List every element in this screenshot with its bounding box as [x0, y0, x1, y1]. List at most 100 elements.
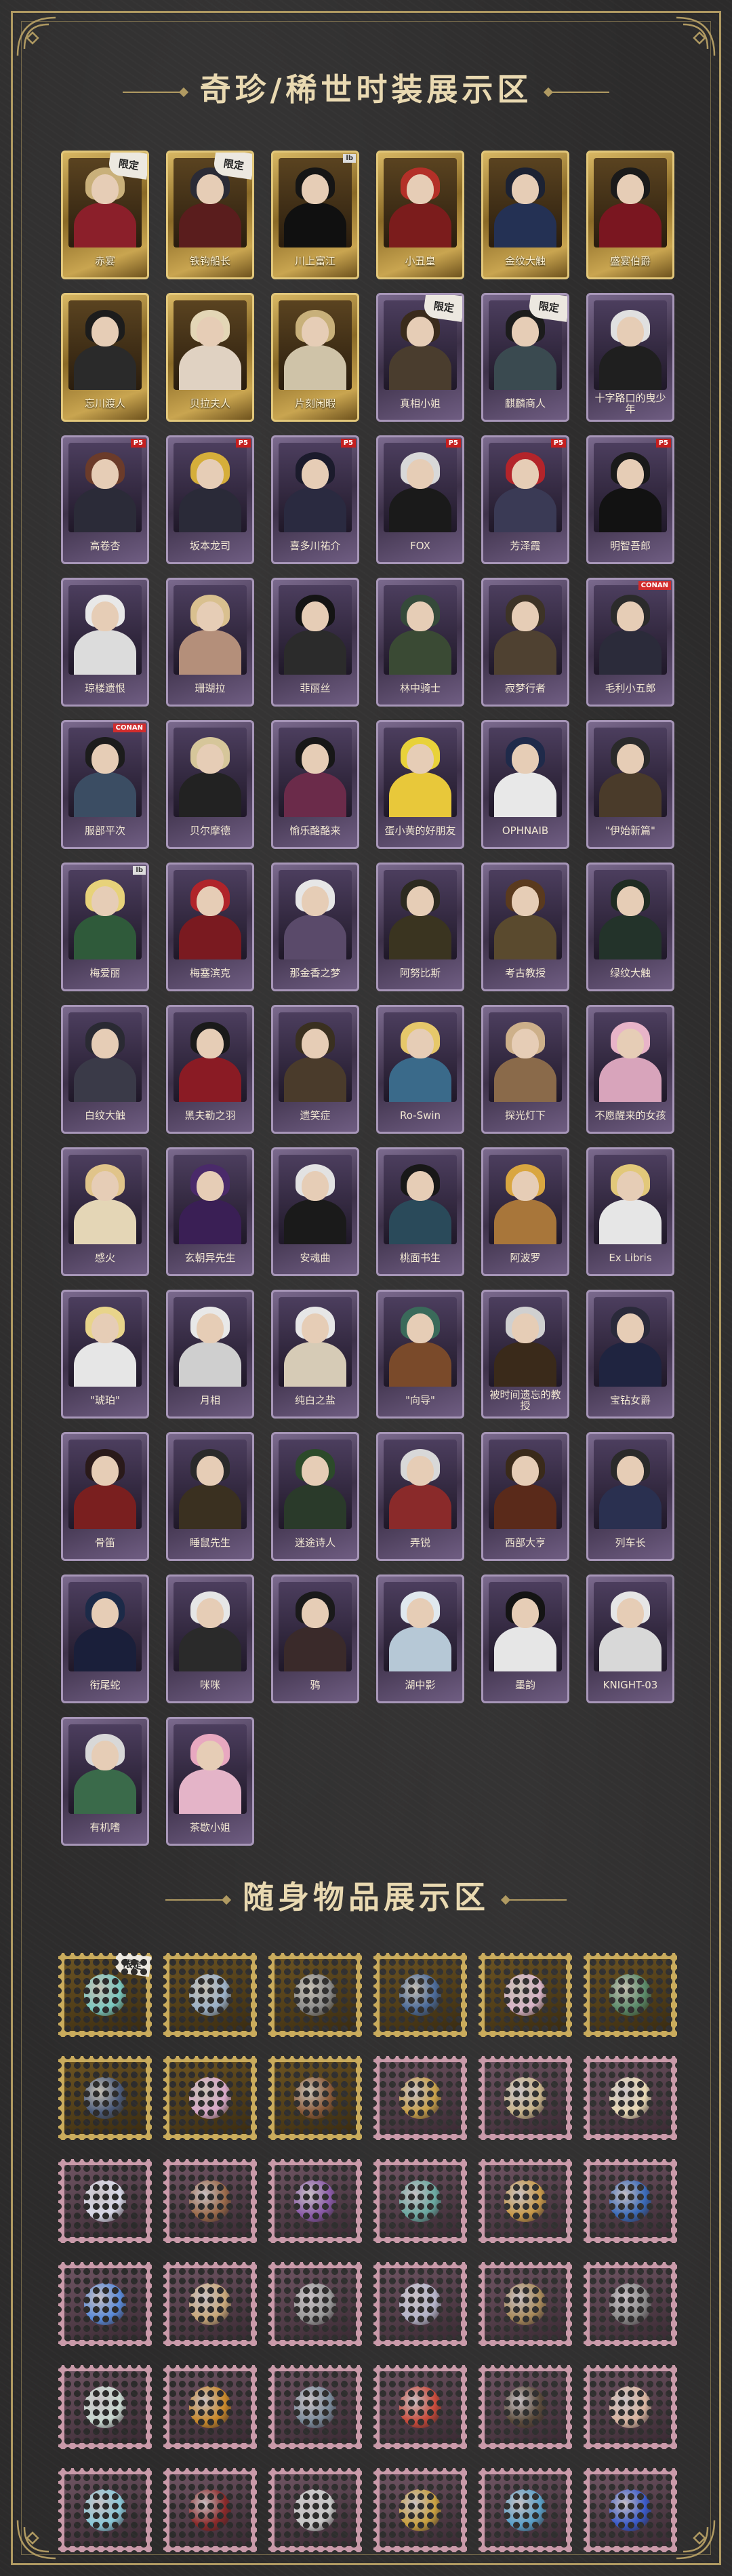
costume-card[interactable]: 蛋小黄的好朋友 [376, 720, 464, 849]
item-stamp[interactable] [479, 2468, 572, 2552]
item-stamp[interactable] [163, 2262, 257, 2346]
costume-card[interactable]: KNIGHT-03 [586, 1574, 674, 1703]
item-stamp[interactable] [479, 1953, 572, 2037]
costume-card[interactable]: 咪咪 [166, 1574, 254, 1703]
costume-card[interactable]: 安魂曲 [271, 1147, 359, 1276]
item-stamp[interactable] [58, 2262, 152, 2346]
costume-card[interactable]: 迷途诗人 [271, 1432, 359, 1561]
costume-card[interactable]: 高卷杏 P5 [61, 435, 149, 564]
costume-card[interactable]: 林中骑士 [376, 578, 464, 707]
item-stamp[interactable] [479, 2365, 572, 2449]
item-stamp[interactable] [373, 2159, 467, 2243]
costume-card[interactable]: 睡鼠先生 [166, 1432, 254, 1561]
item-stamp[interactable] [268, 2365, 362, 2449]
costume-card[interactable]: 服部平次 CONAN [61, 720, 149, 849]
costume-card[interactable]: 感火 [61, 1147, 149, 1276]
item-stamp[interactable] [268, 2468, 362, 2552]
costume-card[interactable]: 麒麟商人 限定 [481, 293, 569, 422]
costume-card[interactable]: 片刻闲暇 [271, 293, 359, 422]
item-stamp[interactable] [58, 2056, 152, 2140]
costume-card[interactable]: 月相 [166, 1290, 254, 1419]
item-stamp[interactable] [268, 2056, 362, 2140]
costume-card[interactable]: 白纹大触 [61, 1005, 149, 1134]
item-stamp[interactable] [163, 2159, 257, 2243]
item-stamp[interactable] [584, 2159, 677, 2243]
costume-card[interactable]: 铁钩船长 限定 [166, 151, 254, 279]
item-stamp[interactable] [373, 1953, 467, 2037]
item-stamp[interactable] [268, 2262, 362, 2346]
item-stamp[interactable]: 限定 [58, 1951, 152, 2037]
costume-card[interactable]: 贝尔摩德 [166, 720, 254, 849]
costume-card[interactable]: 鸦 [271, 1574, 359, 1703]
item-stamp[interactable] [373, 2056, 467, 2140]
costume-card[interactable]: 茶歇小姐 [166, 1717, 254, 1846]
costume-card[interactable]: 纯白之盐 [271, 1290, 359, 1419]
costume-card[interactable]: 阿努比斯 [376, 863, 464, 991]
costume-card[interactable]: 墨韵 [481, 1574, 569, 1703]
costume-card[interactable]: 考古教授 [481, 863, 569, 991]
costume-card[interactable]: FOX P5 [376, 435, 464, 564]
item-stamp[interactable] [163, 2056, 257, 2140]
costume-card[interactable]: "琥珀" [61, 1290, 149, 1419]
item-stamp[interactable] [373, 2365, 467, 2449]
costume-card[interactable]: 喜多川祐介 P5 [271, 435, 359, 564]
costume-card[interactable]: 弄锐 [376, 1432, 464, 1561]
costume-card[interactable]: 玄朝异先生 [166, 1147, 254, 1276]
costume-card[interactable]: 梅爱丽 lb [61, 863, 149, 991]
costume-card[interactable]: 骨笛 [61, 1432, 149, 1561]
item-stamp[interactable] [479, 2262, 572, 2346]
costume-card[interactable]: 十字路口的曳少年 [586, 293, 674, 422]
costume-card[interactable]: 宝钻女爵 [586, 1290, 674, 1419]
costume-card[interactable]: 珊瑚拉 [166, 578, 254, 707]
costume-card[interactable]: "向导" [376, 1290, 464, 1419]
item-stamp[interactable] [163, 2468, 257, 2552]
costume-card[interactable]: 坂本龙司 P5 [166, 435, 254, 564]
costume-card[interactable]: 列车长 [586, 1432, 674, 1561]
costume-card[interactable]: 寂梦行者 [481, 578, 569, 707]
costume-card[interactable]: 西部大亨 [481, 1432, 569, 1561]
item-stamp[interactable] [584, 1953, 677, 2037]
costume-card[interactable]: 愉乐酪酪来 [271, 720, 359, 849]
costume-card[interactable]: 金纹大触 [481, 151, 569, 279]
costume-card[interactable]: Ro-Swin [376, 1005, 464, 1134]
item-stamp[interactable] [584, 2056, 677, 2140]
item-stamp[interactable] [163, 2365, 257, 2449]
costume-card[interactable]: 绿纹大触 [586, 863, 674, 991]
costume-card[interactable]: 菲丽丝 [271, 578, 359, 707]
costume-card[interactable]: OPHNAIB [481, 720, 569, 849]
item-stamp[interactable] [479, 2056, 572, 2140]
costume-card[interactable]: 那金香之梦 [271, 863, 359, 991]
costume-card[interactable]: 贝拉夫人 [166, 293, 254, 422]
costume-card[interactable]: 桃面书生 [376, 1147, 464, 1276]
costume-card[interactable]: 探光灯下 [481, 1005, 569, 1134]
item-stamp[interactable] [58, 2365, 152, 2449]
item-stamp[interactable] [373, 2262, 467, 2346]
item-stamp[interactable] [58, 2468, 152, 2552]
costume-card[interactable]: 黑夫勒之羽 [166, 1005, 254, 1134]
costume-card[interactable]: 毛利小五郎 CONAN [586, 578, 674, 707]
costume-card[interactable]: 湖中影 [376, 1574, 464, 1703]
costume-card[interactable]: 被时间遗忘的教授 [481, 1290, 569, 1419]
costume-card[interactable]: 遗笑症 [271, 1005, 359, 1134]
costume-card[interactable]: 小丑皇 [376, 151, 464, 279]
costume-card[interactable]: 真相小姐 限定 [376, 293, 464, 422]
costume-card[interactable]: Ex Libris [586, 1147, 674, 1276]
costume-card[interactable]: 忘川渡人 [61, 293, 149, 422]
item-stamp[interactable] [584, 2365, 677, 2449]
item-stamp[interactable] [479, 2159, 572, 2243]
item-stamp[interactable] [58, 2159, 152, 2243]
costume-card[interactable]: 赤宴 限定 [61, 151, 149, 279]
costume-card[interactable]: 川上富江 lb [271, 151, 359, 279]
item-stamp[interactable] [584, 2468, 677, 2552]
costume-card[interactable]: 芳泽霞 P5 [481, 435, 569, 564]
costume-card[interactable]: 有机嗜 [61, 1717, 149, 1846]
costume-card[interactable]: 阿波罗 [481, 1147, 569, 1276]
costume-card[interactable]: "伊始新篇" [586, 720, 674, 849]
costume-card[interactable]: 盛宴伯爵 [586, 151, 674, 279]
item-stamp[interactable] [268, 2159, 362, 2243]
costume-card[interactable]: 衔尾蛇 [61, 1574, 149, 1703]
costume-card[interactable]: 明智吾郎 P5 [586, 435, 674, 564]
costume-card[interactable]: 梅塞滨克 [166, 863, 254, 991]
item-stamp[interactable] [373, 2468, 467, 2552]
costume-card[interactable]: 不愿醒来的女孩 [586, 1005, 674, 1134]
